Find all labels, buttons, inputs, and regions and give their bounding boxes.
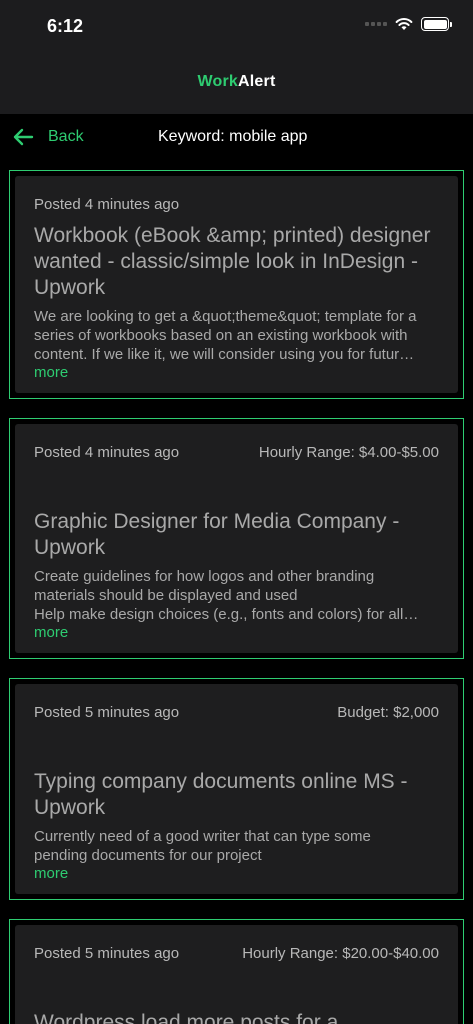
pay-rate: Hourly Range: $20.00-$40.00 (242, 945, 439, 962)
description-line: Currently need of a good writer that can… (34, 828, 371, 845)
more-link[interactable]: more (34, 364, 68, 382)
posted-time: Posted 5 minutes ago (34, 704, 180, 721)
description-line: Help make design choices (e.g., fonts an… (34, 606, 419, 623)
nav-bar: Back Keyword: mobile app (0, 114, 473, 162)
job-title: Graphic Designer for Media Company - Upw… (34, 510, 400, 559)
job-description: Create guidelines for how logos and othe… (34, 567, 439, 624)
description-line: Create guidelines for how logos and othe… (34, 568, 375, 585)
description-line: pending documents for our project (34, 847, 262, 864)
app-title-rest: Alert (238, 73, 276, 90)
description-line: materials should be displayed and used (34, 587, 298, 604)
cellular-signal-icon (365, 22, 387, 26)
back-button[interactable]: Back (12, 126, 84, 148)
pay-rate: Budget: $2,000 (337, 704, 439, 721)
job-description: We are looking to get a &quot;theme&quot… (34, 307, 439, 364)
posted-time: Posted 5 minutes ago (34, 945, 180, 962)
job-card[interactable]: Posted 4 minutes ago Workbook (eBook &am… (9, 170, 464, 399)
arrow-left-icon (13, 128, 34, 146)
posted-time: Posted 4 minutes ago (34, 444, 180, 461)
description-line: We are looking to get a &quot;theme&quot… (34, 308, 417, 325)
description-line: series of workbooks based on an existing… (34, 327, 408, 344)
status-bar: 6:12 (0, 0, 473, 50)
keyword-label: Keyword: mobile app (158, 128, 308, 145)
app-title: WorkAlert (198, 73, 276, 91)
status-time: 6:12 (47, 16, 84, 36)
posted-time: Posted 4 minutes ago (34, 196, 180, 213)
pay-rate: Hourly Range: $4.00-$5.00 (258, 444, 439, 461)
more-link[interactable]: more (34, 865, 68, 883)
job-card[interactable]: Posted 4 minutes ago Hourly Range: $4.00… (9, 418, 464, 659)
back-label: Back (48, 128, 84, 145)
app-header: WorkAlert (0, 50, 473, 114)
job-title: Wordpress load more posts for a (34, 1011, 339, 1024)
status-icons (365, 17, 452, 31)
app-title-accent: Work (197, 73, 239, 90)
description-line: content. If we like it, we will consider… (34, 346, 415, 363)
job-description: Currently need of a good writer that can… (34, 827, 439, 865)
job-list: Posted 4 minutes ago Workbook (eBook &am… (9, 170, 464, 1024)
job-card[interactable]: Posted 5 minutes ago Budget: $2,000 Typi… (9, 678, 464, 900)
job-title: Typing company documents online MS - Upw… (34, 770, 408, 819)
job-title: Workbook (eBook &amp; printed) designer … (34, 224, 431, 299)
battery-icon (421, 17, 452, 31)
more-link[interactable]: more (34, 624, 68, 642)
wifi-icon (395, 18, 413, 30)
job-card[interactable]: Posted 5 minutes ago Hourly Range: $20.0… (9, 919, 464, 1024)
